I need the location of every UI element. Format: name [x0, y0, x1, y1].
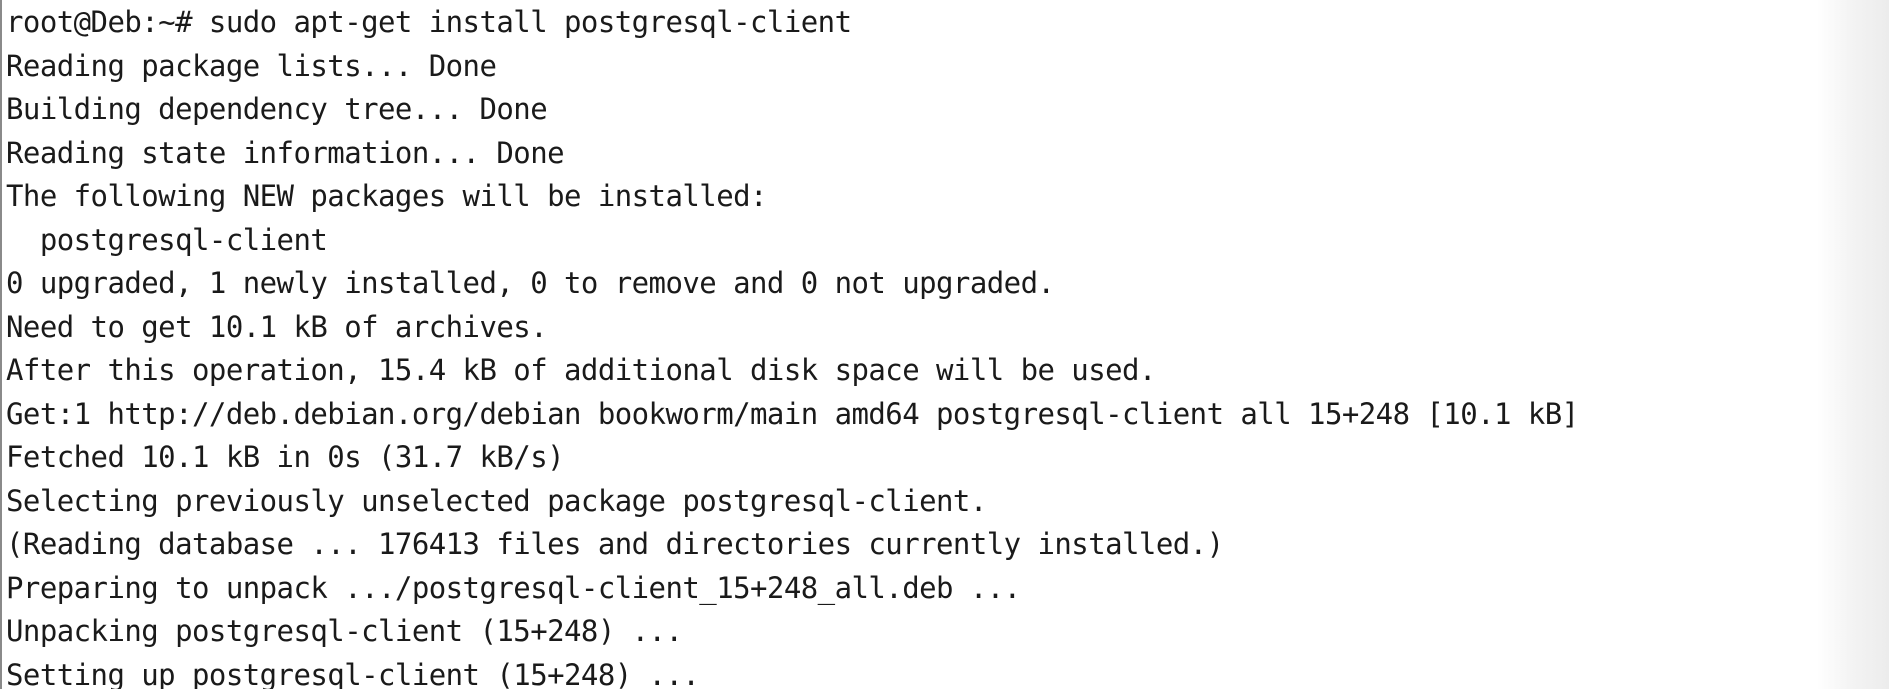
terminal-line: Preparing to unpack .../postgresql-clien…: [6, 570, 1021, 605]
terminal-line: 0 upgraded, 1 newly installed, 0 to remo…: [6, 266, 1055, 300]
window-left-border: [0, 0, 2, 689]
terminal-output[interactable]: root@Deb:~# sudo apt-get install postgre…: [6, 1, 1579, 689]
terminal-line: Building dependency tree... Done: [6, 92, 548, 126]
terminal-line: Fetched 10.1 kB in 0s (31.7 kB/s): [6, 440, 565, 474]
terminal-line-command: root@Deb:~# sudo apt-get install postgre…: [6, 5, 852, 39]
terminal-line: Setting up postgresql-client (15+248) ..…: [6, 657, 700, 689]
terminal-line: Reading package lists... Done: [6, 48, 497, 83]
terminal-line: postgresql-client: [6, 222, 328, 257]
terminal-line: Reading state information... Done: [6, 135, 565, 170]
terminal-window[interactable]: root@Deb:~# sudo apt-get install postgre…: [0, 0, 1889, 689]
terminal-line: After this operation, 15.4 kB of additio…: [6, 353, 1156, 387]
terminal-line: Selecting previously unselected package …: [6, 483, 987, 518]
terminal-line: Unpacking postgresql-client (15+248) ...: [6, 614, 683, 648]
terminal-line: (Reading database ... 176413 files and d…: [6, 527, 1224, 561]
terminal-line: Get:1 http://deb.debian.org/debian bookw…: [6, 396, 1579, 431]
terminal-line: Need to get 10.1 kB of archives.: [6, 309, 548, 344]
window-right-shadow: [1817, 0, 1889, 689]
terminal-line: The following NEW packages will be insta…: [6, 179, 767, 213]
